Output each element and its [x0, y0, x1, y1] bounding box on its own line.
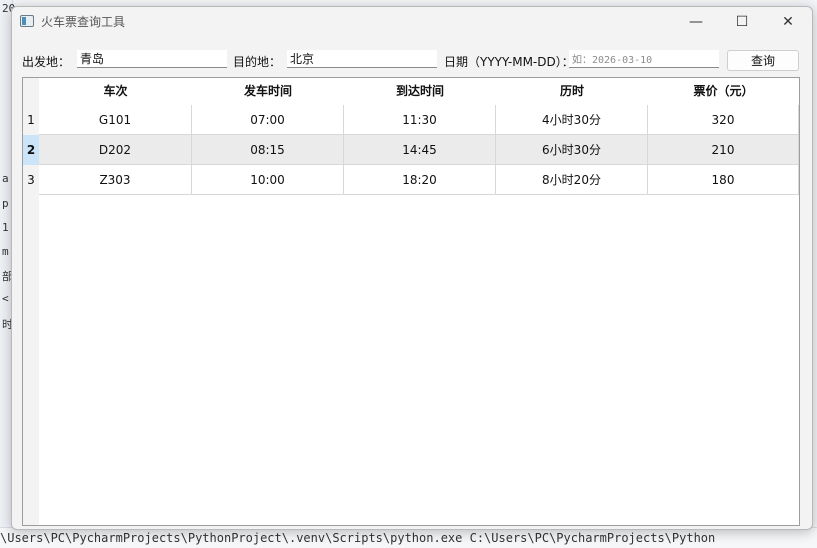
results-table[interactable]: 车次 发车时间 到达时间 历时 票价（元） 1 G101 07:00 11:30… — [22, 77, 800, 526]
background-text: a — [2, 172, 9, 185]
from-label: 出发地： — [22, 55, 71, 69]
column-header-price[interactable]: 票价（元） — [648, 78, 799, 105]
table-cell-depart-time[interactable]: 08:15 — [192, 135, 344, 165]
maximize-button[interactable]: ☐ — [719, 7, 765, 37]
to-label: 目的地： — [233, 55, 282, 69]
from-input[interactable] — [77, 50, 227, 68]
table-cell-train-no[interactable]: D202 — [39, 135, 192, 165]
row-number[interactable]: 1 — [23, 105, 39, 135]
table-cell-duration[interactable]: 6小时30分 — [496, 135, 648, 165]
column-header-duration[interactable]: 历时 — [496, 78, 648, 105]
column-header-arrive-time[interactable]: 到达时间 — [344, 78, 496, 105]
table-cell-price[interactable]: 210 — [648, 135, 799, 165]
app-window: 火车票查询工具 — ☐ ✕ 出发地： 目的地： 日期（YYYY-MM-DD）： … — [11, 6, 813, 530]
table-cell-depart-time[interactable]: 07:00 — [192, 105, 344, 135]
background-text: 1 — [2, 221, 9, 234]
window-title: 火车票查询工具 — [41, 15, 126, 29]
close-button[interactable]: ✕ — [765, 7, 811, 37]
table-cell-depart-time[interactable]: 10:00 — [192, 165, 344, 195]
date-input[interactable] — [569, 50, 719, 68]
background-text: p — [2, 197, 9, 210]
table-cell-train-no[interactable]: G101 — [39, 105, 192, 135]
table-cell-arrive-time[interactable]: 11:30 — [344, 105, 496, 135]
column-header-depart-time[interactable]: 发车时间 — [192, 78, 344, 105]
close-icon: ✕ — [782, 14, 794, 30]
background-text: m — [2, 245, 9, 258]
row-number-selected[interactable]: 2 — [23, 135, 39, 165]
table-cell-train-no[interactable]: Z303 — [39, 165, 192, 195]
date-label: 日期（YYYY-MM-DD）： — [444, 55, 574, 69]
to-input[interactable] — [287, 50, 437, 68]
background-text: < — [2, 292, 9, 305]
title-bar[interactable]: 火车票查询工具 — ☐ ✕ — [12, 7, 812, 37]
table-cell-price[interactable]: 180 — [648, 165, 799, 195]
table-cell-duration[interactable]: 4小时30分 — [496, 105, 648, 135]
table-cell-arrive-time[interactable]: 18:20 — [344, 165, 496, 195]
app-icon — [20, 15, 34, 27]
row-number[interactable]: 3 — [23, 165, 39, 195]
table-cell-duration[interactable]: 8小时20分 — [496, 165, 648, 195]
table-cell-arrive-time[interactable]: 14:45 — [344, 135, 496, 165]
table-cell-price[interactable]: 320 — [648, 105, 799, 135]
query-button[interactable]: 查询 — [727, 50, 799, 71]
background-terminal-line: \Users\PC\PycharmProjects\PythonProject\… — [0, 527, 817, 548]
minimize-button[interactable]: — — [673, 7, 719, 37]
column-header-train-no[interactable]: 车次 — [39, 78, 192, 105]
minimize-icon: — — [689, 14, 703, 30]
maximize-icon: ☐ — [735, 14, 749, 30]
